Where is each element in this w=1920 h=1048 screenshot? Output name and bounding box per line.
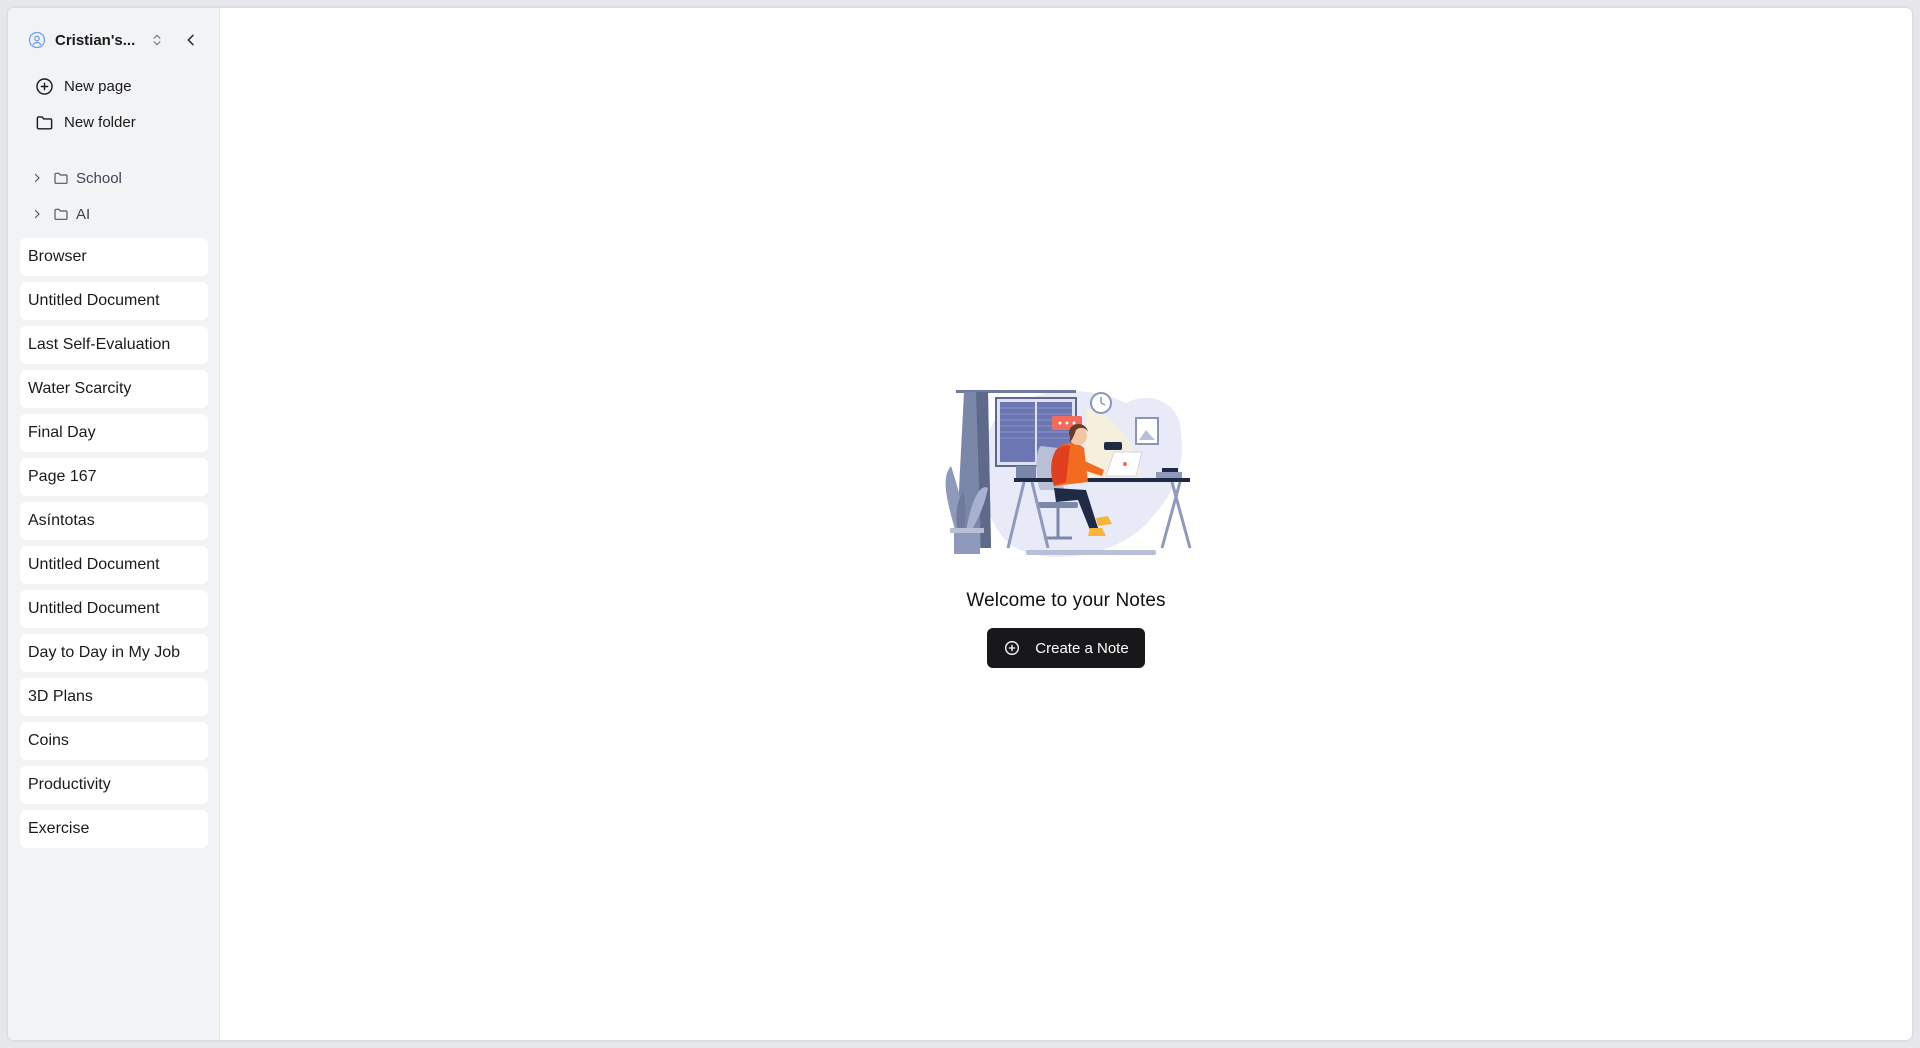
folder-icon: [34, 112, 54, 132]
page-item[interactable]: Asíntotas: [20, 502, 208, 540]
user-circle-icon: [28, 31, 46, 49]
page-item[interactable]: Final Day: [20, 414, 208, 452]
new-page-label: New page: [64, 77, 132, 95]
page-item[interactable]: Exercise: [20, 810, 208, 848]
page-item[interactable]: Untitled Document: [20, 282, 208, 320]
workspace-name: Cristian's...: [55, 31, 136, 49]
main-content: Welcome to your Notes Create a Note: [220, 8, 1912, 1040]
new-folder-button[interactable]: New folder: [20, 104, 207, 140]
folder-icon: [52, 205, 70, 223]
folder-icon: [52, 169, 70, 187]
folder-list: School AI: [20, 160, 207, 232]
page-item[interactable]: 3D Plans: [20, 678, 208, 716]
page-item[interactable]: Last Self-Evaluation: [20, 326, 208, 364]
page-item[interactable]: Water Scarcity: [20, 370, 208, 408]
page-item[interactable]: Page 167: [20, 458, 208, 496]
chevron-left-icon[interactable]: [181, 30, 201, 50]
page-item[interactable]: Coins: [20, 722, 208, 760]
page-list: Browser Untitled Document Last Self-Eval…: [20, 238, 208, 848]
app-window: Cristian's... New page New folder School…: [8, 8, 1912, 1040]
chevron-right-icon[interactable]: [30, 207, 44, 221]
folder-label: AI: [76, 205, 91, 223]
page-item[interactable]: Productivity: [20, 766, 208, 804]
new-folder-label: New folder: [64, 113, 136, 131]
sidebar: Cristian's... New page New folder School…: [8, 8, 220, 1040]
create-note-label: Create a Note: [1035, 639, 1129, 657]
chevrons-up-down-icon[interactable]: [147, 30, 167, 50]
welcome-heading: Welcome to your Notes: [966, 590, 1166, 611]
page-item[interactable]: Browser: [20, 238, 208, 276]
workspace-switcher[interactable]: Cristian's...: [20, 20, 207, 60]
page-item[interactable]: Day to Day in My Job: [20, 634, 208, 672]
new-page-button[interactable]: New page: [20, 68, 207, 104]
empty-state: Welcome to your Notes Create a Note: [220, 378, 1912, 668]
plus-circle-icon: [1003, 639, 1021, 657]
person-working-at-desk-illustration: [945, 390, 1192, 557]
folder-item-ai[interactable]: AI: [20, 196, 207, 232]
page-item[interactable]: Untitled Document: [20, 590, 208, 628]
sidebar-actions: New page New folder: [20, 68, 207, 140]
folder-item-school[interactable]: School: [20, 160, 207, 196]
chevron-right-icon[interactable]: [30, 171, 44, 185]
plus-circle-icon: [34, 76, 54, 96]
page-item[interactable]: Untitled Document: [20, 546, 208, 584]
folder-label: School: [76, 169, 122, 187]
create-note-button[interactable]: Create a Note: [987, 628, 1145, 668]
